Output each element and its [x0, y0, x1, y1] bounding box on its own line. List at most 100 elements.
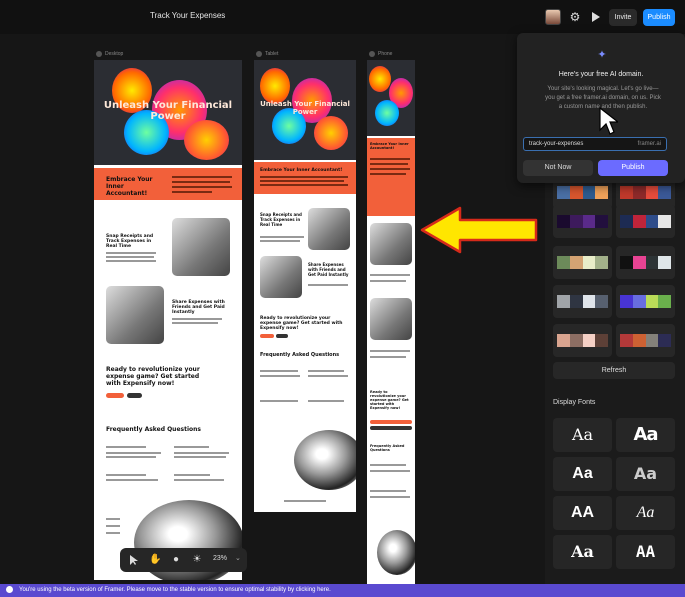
palette-color: [582, 256, 596, 269]
font-option[interactable]: Aa: [553, 535, 612, 569]
accountant-section: Embrace Your Inner Accountant!: [254, 162, 356, 194]
chevron-down-icon[interactable]: ⌄: [235, 554, 241, 562]
beta-banner[interactable]: You're using the beta version of Framer.…: [0, 584, 685, 597]
publish-button[interactable]: Publish: [643, 9, 675, 26]
domain-suffix: framer.ai: [637, 141, 661, 147]
palette-color: [595, 215, 608, 228]
text-line: [370, 158, 410, 160]
text-line: [370, 350, 410, 352]
canvas-toolbar: ✋ ● ☀ 23% ⌄: [120, 548, 247, 572]
gear-icon[interactable]: ⚙: [568, 10, 582, 24]
text-line: [260, 236, 304, 238]
palette-color: [645, 186, 659, 199]
cta-primary-button[interactable]: [260, 334, 274, 338]
font-option[interactable]: Aa: [616, 496, 675, 530]
not-now-button[interactable]: Not Now: [523, 160, 593, 176]
canvas[interactable]: Desktop Unleash Your Financial Power Emb…: [0, 34, 545, 584]
cta-primary-button[interactable]: [370, 420, 412, 424]
palette-swatch[interactable]: [553, 324, 612, 357]
palette-color: [645, 334, 659, 347]
hand-tool-icon[interactable]: ✋: [149, 554, 161, 566]
text-line: [174, 474, 210, 476]
cta-heading: Ready to revolutionize your expense game…: [260, 316, 343, 331]
palette-color: [569, 186, 583, 199]
text-line: [284, 500, 326, 502]
domain-input-value[interactable]: track-your-expenses: [529, 141, 583, 147]
invite-button[interactable]: Invite: [609, 9, 637, 26]
cta-secondary-button[interactable]: [370, 426, 412, 430]
cta-primary-button[interactable]: [106, 393, 124, 398]
palette-swatch[interactable]: [616, 285, 675, 318]
palette-color: [582, 215, 596, 228]
hero-section: [367, 60, 415, 136]
palette-color: [557, 334, 570, 347]
palette-swatch[interactable]: [616, 205, 675, 238]
domain-input[interactable]: track-your-expenses framer.ai: [523, 137, 667, 151]
display-fonts-heading: Display Fonts: [553, 399, 596, 406]
faq-heading: Frequently Asked Questions: [106, 426, 201, 433]
tablet-frame[interactable]: Unleash Your Financial Power Embrace You…: [254, 60, 356, 512]
palette-color: [569, 295, 583, 308]
text-line: [260, 176, 348, 178]
font-option[interactable]: Aa: [553, 418, 612, 452]
palette-swatch[interactable]: [616, 324, 675, 357]
text-line: [106, 452, 161, 454]
hero-title: Unleash Your Financial Power: [103, 100, 233, 122]
palette-swatch[interactable]: [616, 246, 675, 279]
palette-color: [582, 334, 596, 347]
font-option[interactable]: Aa: [616, 418, 675, 452]
text-line: [172, 186, 232, 188]
palette-color: [632, 186, 646, 199]
palette-color: [658, 215, 671, 228]
text-line: [106, 256, 154, 258]
text-line: [174, 479, 224, 481]
cta-heading: Ready to revolutionize your expense game…: [370, 390, 409, 410]
text-line: [106, 446, 146, 448]
palette-color: [658, 295, 671, 308]
font-option[interactable]: AA: [553, 496, 612, 530]
frame-handle-icon[interactable]: [369, 51, 375, 57]
sparkle-icon: ✦: [597, 49, 607, 61]
text-line: [172, 318, 222, 320]
phone-frame-label[interactable]: Phone: [378, 51, 392, 57]
feature1-image: [172, 218, 230, 276]
hero-section: Unleash Your Financial Power: [254, 60, 356, 160]
hero-blob: [260, 68, 290, 104]
phone-frame[interactable]: Embrace Your Inner Accountant! Ready to …: [367, 60, 415, 584]
text-line: [308, 370, 344, 372]
font-option[interactable]: Aa: [616, 457, 675, 491]
desktop-frame[interactable]: Unleash Your Financial Power Embrace You…: [94, 60, 242, 580]
beta-banner-text[interactable]: You're using the beta version of Framer.…: [19, 587, 331, 593]
palette-swatch[interactable]: [553, 205, 612, 238]
zoom-level[interactable]: 23%: [213, 555, 227, 562]
tablet-frame-label[interactable]: Tablet: [265, 51, 278, 57]
palette-color: [620, 256, 633, 269]
font-option[interactable]: Aa: [553, 457, 612, 491]
avatar[interactable]: [545, 9, 561, 25]
text-line: [260, 375, 300, 377]
feature2-heading: Share Expenses with Friends and Get Paid…: [308, 262, 349, 277]
font-option[interactable]: AA: [616, 535, 675, 569]
frame-handle-icon[interactable]: [96, 51, 102, 57]
popup-publish-button[interactable]: Publish: [598, 160, 668, 176]
footer-swirl-image: [294, 430, 356, 490]
text-line: [172, 191, 212, 193]
play-icon[interactable]: [588, 10, 602, 24]
annotation-arrow-icon: [420, 206, 538, 254]
theme-toggle-icon[interactable]: ☀: [191, 554, 203, 566]
palette-swatch[interactable]: [553, 246, 612, 279]
text-line: [172, 176, 232, 178]
cta-secondary-button[interactable]: [276, 334, 288, 338]
desktop-frame-label[interactable]: Desktop: [105, 51, 123, 57]
frame-handle-icon[interactable]: [256, 51, 262, 57]
comment-tool-icon[interactable]: ●: [170, 554, 182, 566]
hero-blob: [184, 120, 229, 160]
palette-color: [582, 295, 596, 308]
select-tool-icon[interactable]: [128, 554, 140, 566]
refresh-button[interactable]: Refresh: [553, 362, 675, 379]
cta-secondary-button[interactable]: [127, 393, 142, 398]
palette-color: [557, 256, 570, 269]
palette-swatch[interactable]: [553, 285, 612, 318]
text-line: [106, 525, 120, 527]
page-title: Track Your Expenses: [150, 11, 226, 20]
